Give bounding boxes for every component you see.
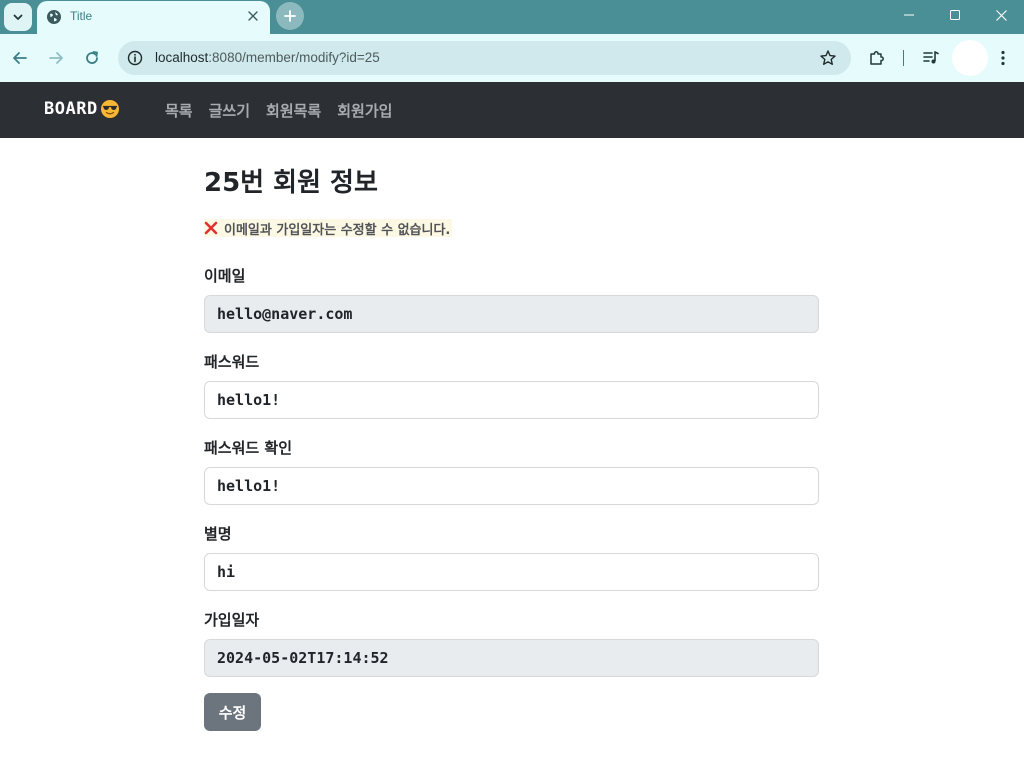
page-title: 25번 회원 정보	[204, 168, 378, 198]
new-tab-button[interactable]	[276, 2, 304, 30]
back-button[interactable]	[6, 44, 34, 72]
brand-logo[interactable]: BOARD	[44, 99, 120, 119]
kebab-menu-icon	[1001, 50, 1005, 66]
address-bar[interactable]: localhost:8080/member/modify?id=25	[118, 41, 851, 75]
profile-avatar[interactable]	[952, 40, 988, 76]
close-icon	[995, 9, 1007, 21]
password-confirm-field[interactable]: hello1!	[204, 467, 819, 505]
joined-date-field: 2024-05-02T17:14:52	[204, 639, 819, 677]
maximize-button[interactable]	[932, 0, 978, 30]
nickname-field[interactable]: hi	[204, 553, 819, 591]
email-field: hello@naver.com	[204, 295, 819, 333]
puzzle-icon	[870, 51, 884, 65]
close-window-button[interactable]	[978, 0, 1024, 30]
forward-button[interactable]	[42, 44, 70, 72]
email-label: 이메일	[204, 267, 246, 285]
chevron-down-icon	[13, 14, 23, 20]
bookmark-star-icon[interactable]	[819, 49, 837, 67]
site-navbar: BOARD 목록 글쓰기 회원목록 회원가입	[0, 82, 1024, 138]
globe-icon	[47, 10, 61, 24]
password-confirm-label: 패스워드 확인	[204, 439, 293, 457]
url-host: localhost	[155, 50, 209, 65]
maximize-icon	[950, 10, 960, 20]
tab-title: Title	[70, 9, 93, 23]
cross-mark-icon	[204, 221, 218, 235]
minimize-icon	[904, 14, 914, 16]
tab-search-button[interactable]	[4, 3, 32, 31]
reload-icon	[86, 51, 98, 64]
browser-tab[interactable]: Title	[37, 1, 270, 34]
nav-link-signup[interactable]: 회원가입	[337, 100, 392, 121]
nav-links: 목록 글쓰기 회원목록 회원가입	[165, 100, 392, 121]
playlist-music-icon	[923, 51, 939, 64]
browser-menu-button[interactable]	[993, 48, 1013, 68]
nickname-label: 별명	[204, 525, 232, 543]
close-icon[interactable]	[245, 8, 261, 24]
notice-text: 이메일과 가입일자는 수정할 수 없습니다.	[224, 222, 451, 238]
arrow-left-icon	[13, 52, 27, 64]
media-controls-button[interactable]	[921, 48, 941, 68]
nav-link-member-list[interactable]: 회원목록	[266, 100, 321, 121]
modify-button[interactable]: 수정	[204, 693, 261, 731]
password-label: 패스워드	[204, 353, 260, 371]
nav-link-write[interactable]: 글쓰기	[209, 100, 250, 121]
browser-tab-strip: Title	[0, 0, 1024, 34]
nav-link-list[interactable]: 목록	[165, 100, 193, 121]
site-info-icon[interactable]	[127, 50, 143, 66]
extensions-button[interactable]	[867, 48, 887, 68]
sunglasses-face-icon	[100, 100, 119, 118]
joined-date-label: 가입일자	[204, 611, 260, 629]
password-field[interactable]: hello1!	[204, 381, 819, 419]
plus-icon	[284, 10, 296, 22]
reload-button[interactable]	[78, 44, 106, 72]
minimize-button[interactable]	[886, 0, 932, 30]
brand-text: BOARD	[44, 99, 98, 119]
arrow-right-icon	[49, 52, 63, 64]
toolbar-divider	[903, 50, 904, 66]
url-path: :8080/member/modify?id=25	[208, 50, 380, 65]
readonly-notice: 이메일과 가입일자는 수정할 수 없습니다.	[204, 219, 453, 238]
url-text[interactable]: localhost:8080/member/modify?id=25	[155, 50, 380, 65]
browser-toolbar: localhost:8080/member/modify?id=25	[0, 34, 1024, 82]
